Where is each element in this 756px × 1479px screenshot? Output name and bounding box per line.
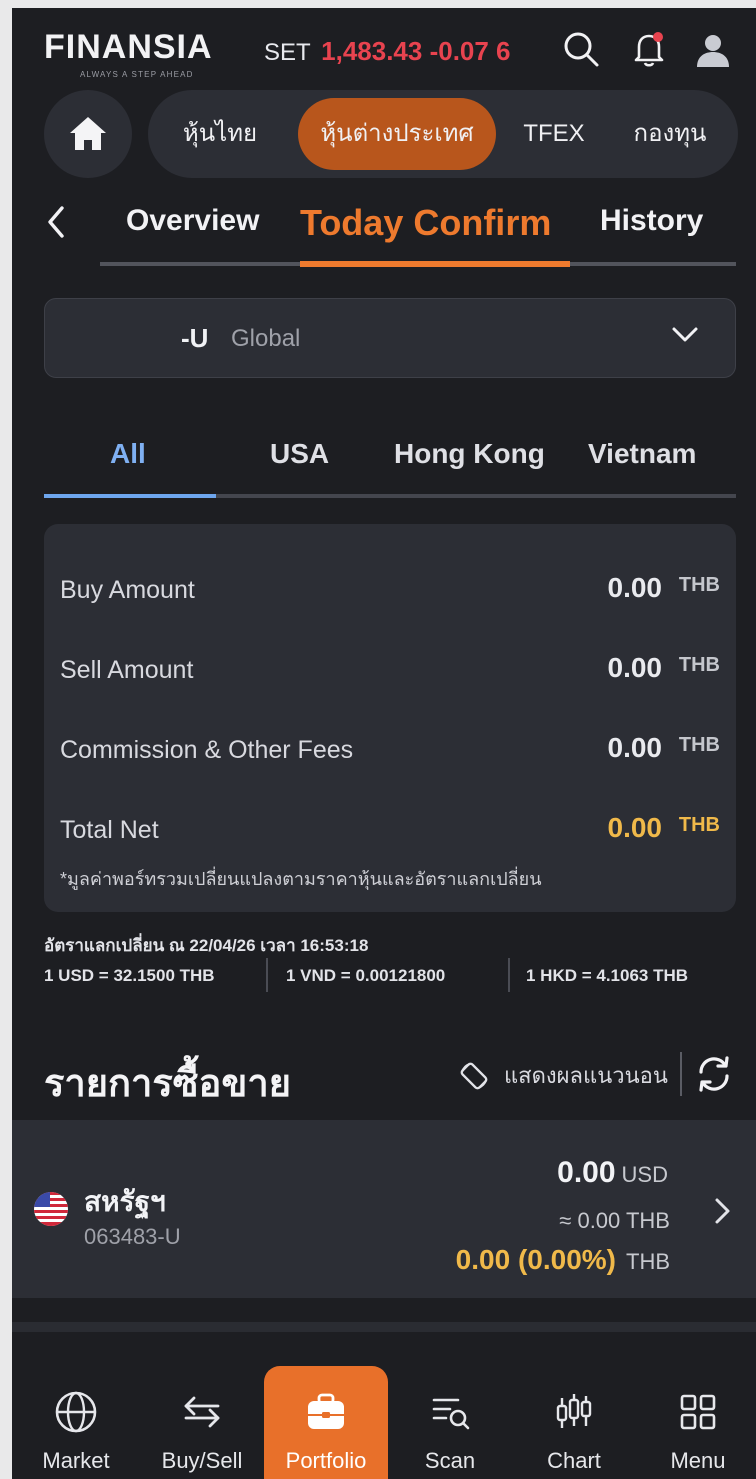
nav-label: Scan [424,1448,476,1473]
summary-label: Sell Amount [60,656,194,684]
category-foreign-stocks[interactable]: หุ้นต่างประเทศ [298,98,496,170]
briefcase-icon [308,1393,344,1429]
summary-currency: THB [678,734,720,756]
index-name: SET [264,39,311,66]
exchange-rate-usd: 1 USD = 32.1500 THB [44,966,215,985]
summary-note: *มูลค่าพอร์ทรวมเปลี่ยนแปลงตามราคาหุ้นและ… [60,869,542,889]
summary-label: Commission & Other Fees [60,736,354,764]
transaction-pl-amount: 0.00 (0.00%) [455,1244,616,1275]
summary-amount: 0.00 [607,812,663,843]
app-screen: FINANSIA ALWAYS A STEP AHEAD SET 1,483.4… [12,8,756,1479]
transaction-market-name: สหรัฐฯ [84,1186,166,1217]
candlestick-icon [556,1394,592,1428]
swap-arrows-icon [184,1396,220,1428]
summary-row-buy: Buy Amount 0.00 THB [60,570,720,610]
transaction-thb-value: ≈ 0.00 THB [559,1208,670,1233]
home-icon [70,117,106,150]
summary-label: Buy Amount [60,576,195,604]
transaction-item[interactable]: สหรัฐฯ 063483-U 0.00 USD ≈ 0.00 THB 0.00 … [12,1120,756,1298]
account-type: Global [231,325,301,352]
nav-label: Menu [670,1448,726,1473]
refresh-icon[interactable] [694,1054,734,1099]
transaction-value-currency: USD [621,1162,668,1187]
market-tab-vietnam[interactable]: Vietnam [588,438,696,470]
market-tab-hong-kong[interactable]: Hong Kong [394,438,545,470]
category-thai-stocks[interactable]: หุ้นไทย [168,98,272,170]
summary-row-sell: Sell Amount 0.00 THB [60,650,720,690]
market-tab-all[interactable]: All [110,438,146,470]
us-flag-icon [34,1192,68,1226]
exchange-rate-vnd: 1 VND = 0.00121800 [286,966,446,985]
back-arrow-icon[interactable] [42,204,70,245]
set-index[interactable]: SET 1,483.43 -0.07 6 [264,36,511,67]
market-tab-usa[interactable]: USA [270,438,329,470]
summary-label: Total Net [60,816,159,844]
summary-currency: THB [678,814,720,836]
divider [266,958,268,992]
transaction-account: 063483-U [84,1224,181,1249]
summary-amount: 0.00 [607,572,663,603]
nav-menu[interactable]: Menu [636,1366,756,1479]
transactions-title: รายการซื้อขาย [44,1063,291,1105]
nav-label: Chart [547,1448,601,1473]
summary-card: Buy Amount 0.00 THB Sell Amount 0.00 THB… [44,524,736,912]
scan-list-icon [432,1398,470,1430]
search-icon[interactable] [558,26,604,72]
finansia-logo: FINANSIA ALWAYS A STEP AHEAD [44,28,213,79]
summary-row-total-net: Total Net 0.00 THB [60,810,720,850]
nav-portfolio[interactable]: Portfolio [264,1366,388,1479]
category-tfex[interactable]: TFEX [512,98,596,170]
tab-overview[interactable]: Overview [126,204,259,238]
logo-text: FINANSIA [44,28,213,66]
nav-chart[interactable]: Chart [512,1366,636,1479]
exchange-rate-title: อัตราแลกเปลี่ยน ณ 22/04/26 เวลา 16:53:18 [44,936,369,955]
summary-amount: 0.00 [607,732,663,763]
chevron-down-icon [671,325,699,350]
divider [680,1052,682,1096]
market-tab-active-indicator [44,494,216,498]
category-funds[interactable]: กองทุน [618,98,722,170]
account-select[interactable]: -U Global [44,298,736,378]
nav-scan[interactable]: Scan [388,1366,512,1479]
nav-market[interactable]: Market [14,1366,138,1479]
index-value: 1,483.43 -0.07 6 [321,36,511,66]
category-tabs: หุ้นไทย หุ้นต่างประเทศ TFEX กองทุน [148,90,738,178]
profile-icon[interactable] [690,26,736,72]
divider [508,958,510,992]
nav-label: Buy/Sell [161,1448,243,1473]
summary-currency: THB [678,574,720,596]
logo-tagline: ALWAYS A STEP AHEAD [80,70,194,79]
nav-label: Portfolio [285,1448,367,1473]
summary-currency: THB [678,654,720,676]
exchange-rate-hkd: 1 HKD = 4.1063 THB [526,966,689,985]
nav-buy-sell[interactable]: Buy/Sell [140,1366,264,1479]
transaction-value-amount: 0.00 [557,1156,616,1189]
nav-label: Market [42,1448,110,1473]
tab-history[interactable]: History [600,204,703,238]
transaction-value: 0.00 USD [557,1156,668,1190]
divider [12,1322,756,1332]
chevron-right-icon [712,1196,732,1231]
tab-today-confirm[interactable]: Today Confirm [300,202,551,244]
bell-icon[interactable] [626,26,672,72]
summary-row-fees: Commission & Other Fees 0.00 THB [60,730,720,770]
transaction-pl-currency: THB [626,1249,670,1274]
landscape-view-button[interactable]: แสดงผลแนวนอน [458,1058,668,1093]
account-id: -U [181,323,209,353]
rotate-screen-icon [460,1062,488,1089]
bottom-navigation: Market Buy/Sell Portfolio Scan Chart Men… [12,1340,756,1479]
transaction-profit-loss: 0.00 (0.00%) THB [456,1244,670,1276]
home-button[interactable] [44,90,132,178]
top-bar: FINANSIA ALWAYS A STEP AHEAD SET 1,483.4… [12,8,756,88]
landscape-view-label: แสดงผลแนวนอน [504,1063,668,1088]
grid-icon [680,1394,716,1430]
summary-amount: 0.00 [607,652,663,683]
subtab-active-indicator [300,261,570,267]
globe-icon [55,1391,97,1433]
